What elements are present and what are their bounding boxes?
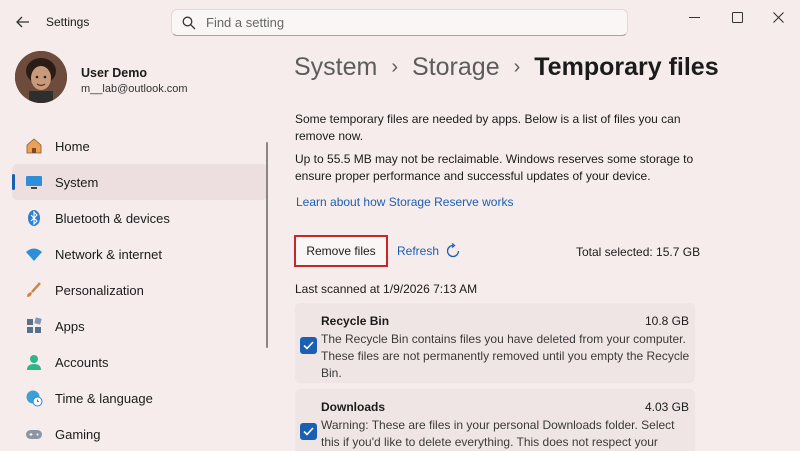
- search-input[interactable]: [206, 15, 586, 30]
- checkmark-icon: [303, 341, 314, 350]
- user-name: User Demo: [81, 66, 147, 80]
- item-description: Warning: These are files in your persona…: [321, 418, 675, 449]
- item-size: 10.8 GB: [644, 314, 689, 328]
- sidebar-item-label: Bluetooth & devices: [55, 210, 170, 226]
- refresh-icon: [446, 243, 460, 258]
- sidebar-item-personalization[interactable]: Personalization: [12, 272, 268, 308]
- sidebar-item-label: System: [55, 174, 99, 190]
- intro-text: Some temporary files are needed by apps.…: [295, 112, 681, 143]
- bluetooth-icon: [24, 208, 44, 228]
- sidebar-item-label: Personalization: [55, 282, 144, 298]
- breadcrumb-storage[interactable]: Storage: [412, 53, 500, 82]
- checkmark-icon: [303, 427, 314, 436]
- total-selected: Total selected: 15.7 GB: [576, 245, 701, 259]
- sidebar-item-network[interactable]: Network & internet: [12, 236, 268, 272]
- sidebar-item-label: Home: [55, 138, 90, 154]
- avatar: [15, 51, 67, 103]
- minimize-icon: [688, 16, 700, 18]
- brush-icon: [24, 280, 44, 300]
- sidebar-nav: Home System Bluetooth & devices Network …: [12, 128, 268, 451]
- storage-reserve-link[interactable]: Learn about how Storage Reserve works: [296, 195, 513, 209]
- list-item-recycle-bin[interactable]: Recycle Bin 10.8 GB The Recycle Bin cont…: [295, 303, 695, 383]
- home-icon: [24, 136, 44, 156]
- maximize-icon: [731, 11, 743, 23]
- sidebar-item-apps[interactable]: Apps: [12, 308, 268, 344]
- user-email: m__lab@outlook.com: [81, 83, 188, 95]
- refresh-label: Refresh: [397, 244, 440, 258]
- breadcrumb: System › Storage › Temporary files: [294, 53, 719, 82]
- apps-icon: [24, 316, 44, 336]
- search-box[interactable]: [171, 9, 628, 36]
- back-arrow-icon: [16, 16, 29, 28]
- breadcrumb-system[interactable]: System: [294, 53, 377, 82]
- title-bar: Settings: [0, 0, 800, 44]
- back-button[interactable]: [10, 9, 36, 35]
- close-button[interactable]: [761, 6, 795, 28]
- minimize-button[interactable]: [677, 6, 711, 28]
- sidebar-item-label: Time & language: [55, 390, 153, 406]
- wifi-icon: [24, 244, 44, 264]
- sidebar-item-time-language[interactable]: Time & language: [12, 380, 268, 416]
- last-scanned: Last scanned at 1/9/2026 7:13 AM: [295, 282, 478, 296]
- globe-clock-icon: [24, 388, 44, 408]
- app-title: Settings: [46, 15, 90, 29]
- item-title: Recycle Bin: [321, 314, 390, 328]
- sidebar-item-label: Gaming: [55, 426, 101, 442]
- sidebar-item-label: Accounts: [55, 354, 109, 370]
- reserve-note: Up to 55.5 MB may not be reclaimable. Wi…: [295, 152, 694, 183]
- chevron-right-icon: ›: [513, 56, 521, 78]
- list-item-downloads[interactable]: Downloads 4.03 GB Warning: These are fil…: [295, 389, 695, 451]
- remove-files-button[interactable]: Remove files: [294, 235, 388, 267]
- page-title: Temporary files: [534, 53, 719, 81]
- sidebar-scrollbar[interactable]: [266, 142, 268, 348]
- close-icon: [772, 11, 784, 23]
- accounts-icon: [24, 352, 44, 372]
- recycle-bin-checkbox[interactable]: [300, 337, 317, 354]
- system-icon: [24, 172, 44, 192]
- downloads-checkbox[interactable]: [300, 423, 317, 440]
- sidebar-item-label: Apps: [55, 318, 85, 334]
- sidebar-item-accounts[interactable]: Accounts: [12, 344, 268, 380]
- chevron-right-icon: ›: [391, 56, 399, 78]
- sidebar-item-label: Network & internet: [55, 246, 162, 262]
- sidebar-item-bluetooth[interactable]: Bluetooth & devices: [12, 200, 268, 236]
- sidebar-item-gaming[interactable]: Gaming: [12, 416, 268, 451]
- sidebar-item-system[interactable]: System: [12, 164, 268, 200]
- item-title: Downloads: [321, 400, 386, 414]
- refresh-button[interactable]: Refresh: [397, 243, 461, 259]
- sidebar-item-home[interactable]: Home: [12, 128, 268, 164]
- item-description: The Recycle Bin contains files you have …: [321, 332, 690, 380]
- search-icon: [182, 16, 196, 29]
- gamepad-icon: [24, 424, 44, 444]
- maximize-button[interactable]: [720, 6, 754, 28]
- item-size: 4.03 GB: [644, 400, 689, 414]
